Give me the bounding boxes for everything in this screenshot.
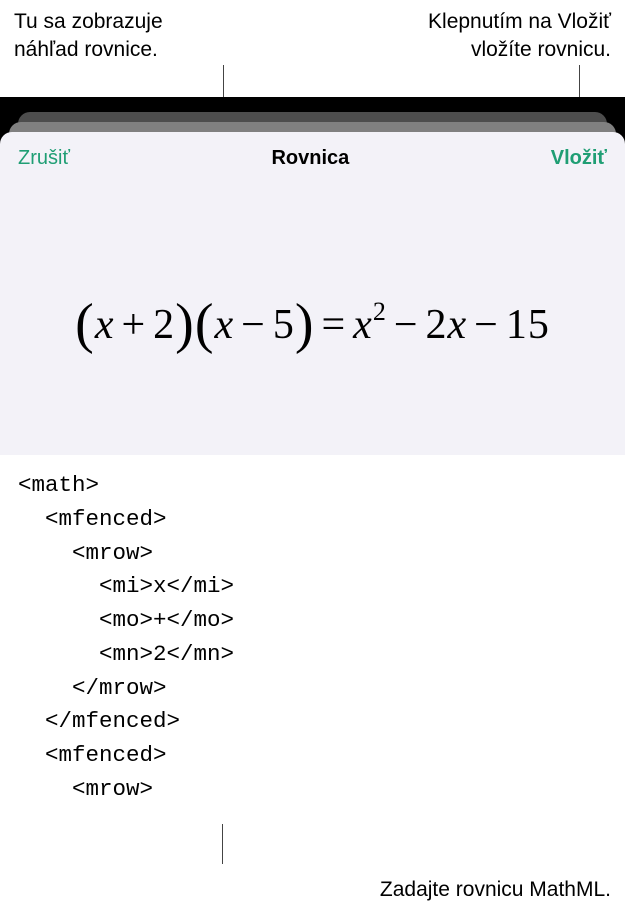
device-frame: Zrušiť Rovnica Vložiť (x+2)(x−5)=x2−2x−1… xyxy=(0,97,625,853)
callout-preview: Tu sa zobrazuje náhľad rovnice. xyxy=(14,8,163,65)
insert-button[interactable]: Vložiť xyxy=(551,147,607,170)
callout-insert: Klepnutím na Vložiť vložíte rovnicu. xyxy=(428,8,611,65)
equation-sheet: Zrušiť Rovnica Vložiť (x+2)(x−5)=x2−2x−1… xyxy=(0,132,625,853)
callout-leader-input xyxy=(222,824,223,864)
sheet-header: Zrušiť Rovnica Vložiť xyxy=(0,132,625,185)
sheet-title: Rovnica xyxy=(271,147,349,170)
callout-insert-line2: vložíte rovnicu. xyxy=(428,36,611,64)
cancel-button[interactable]: Zrušiť xyxy=(18,147,70,170)
callout-preview-line1: Tu sa zobrazuje xyxy=(14,8,163,36)
callout-row: Tu sa zobrazuje náhľad rovnice. Klepnutí… xyxy=(0,0,625,65)
rendered-equation: (x+2)(x−5)=x2−2x−15 xyxy=(75,288,550,352)
equation-preview: (x+2)(x−5)=x2−2x−15 xyxy=(0,185,625,455)
callout-preview-line2: náhľad rovnice. xyxy=(14,36,163,64)
mathml-input[interactable]: <math> <mfenced> <mrow> <mi>x</mi> <mo>+… xyxy=(0,455,625,853)
callout-input: Zadajte rovnicu MathML. xyxy=(380,878,611,902)
callout-insert-line1: Klepnutím na Vložiť xyxy=(428,8,611,36)
